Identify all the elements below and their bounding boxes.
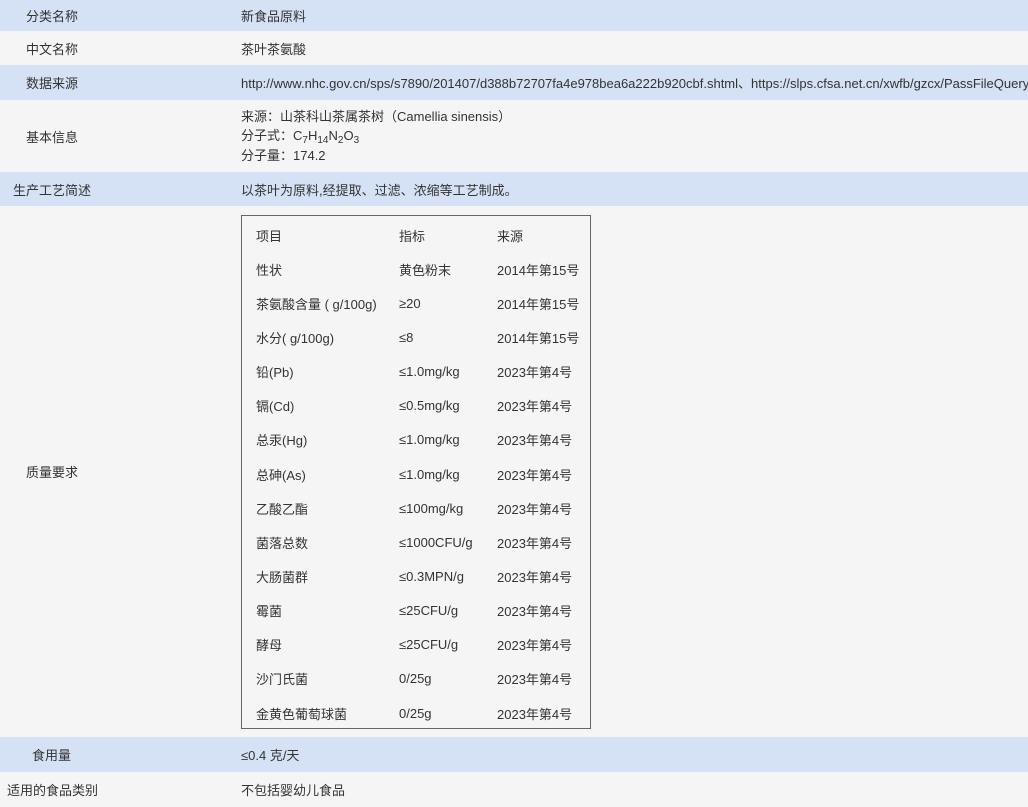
- cell-source: 2014年第15号: [497, 262, 580, 278]
- table-row: 菌落总数 ≤1000CFU/g 2023年第4号: [242, 525, 590, 559]
- chinese-name-label: 中文名称: [26, 41, 79, 57]
- formula-h-count: 14: [317, 135, 329, 147]
- cell-source: 2023年第4号: [497, 501, 573, 517]
- row-category: 分类名称 新食品原料: [0, 0, 1028, 31]
- quality-value: 项目 指标 来源 性状 黄色粉末 2014年第15号 茶氨酸含量 ( g/100g) ≥…: [240, 206, 1028, 737]
- formula-prefix: 分子式：: [241, 128, 294, 144]
- header-indicator: 指标: [399, 228, 426, 244]
- row-chinese-name: 中文名称 茶叶茶氨酸: [0, 31, 1028, 65]
- cell-item: 水分( g/100g): [256, 330, 335, 346]
- process-label: 生产工艺简述: [13, 182, 92, 198]
- category-label: 分类名称: [26, 9, 79, 24]
- cell-indicator: 0/25g: [399, 705, 432, 721]
- table-row: 酵母 ≤25CFU/g 2023年第4号: [242, 628, 590, 662]
- table-row: 大肠菌群 ≤0.3MPN/g 2023年第4号: [242, 559, 590, 593]
- cell-item: 铅(Pb): [256, 365, 294, 381]
- formula-h: H: [307, 128, 318, 144]
- basic-info-source: 来源：山茶科山茶属茶树（Camellia sinensis）: [241, 108, 512, 124]
- cell-source: 2023年第4号: [497, 365, 573, 381]
- cell-source: 2023年第4号: [497, 399, 573, 415]
- cell-item: 总砷(As): [256, 467, 306, 483]
- cell-indicator: ≤1.0mg/kg: [399, 466, 460, 482]
- molecular-formula: C7H14N2O3: [293, 128, 360, 147]
- cell-source: 2023年第4号: [497, 569, 573, 585]
- formula-n: N: [328, 128, 338, 144]
- basic-info-value: 来源：山茶科山茶属茶树（Camellia sinensis） 分子式：C7H14…: [240, 100, 1028, 172]
- table-row: 乙酸乙酯 ≤100mg/kg 2023年第4号: [242, 491, 590, 525]
- formula-o-count: 3: [353, 135, 360, 147]
- cell-item: 酵母: [256, 638, 283, 654]
- intake-value: ≤0.4 克/天: [241, 748, 300, 763]
- cell-source: 2023年第4号: [497, 638, 573, 654]
- basic-info-weight: 分子量：174.2: [241, 147, 326, 163]
- cell-source: 2023年第4号: [497, 467, 573, 483]
- cell-indicator: ≤8: [399, 329, 414, 345]
- quality-table-body: 性状 黄色粉末 2014年第15号 茶氨酸含量 ( g/100g) ≥20 2014年第1…: [242, 252, 590, 730]
- cell-indicator: ≤0.5mg/kg: [399, 398, 460, 414]
- table-row: 霉菌 ≤25CFU/g 2023年第4号: [242, 594, 590, 628]
- cell-source: 2023年第4号: [497, 672, 573, 688]
- table-row: 铅(Pb) ≤1.0mg/kg 2023年第4号: [242, 355, 590, 389]
- cell-source: 2023年第4号: [497, 535, 573, 551]
- basic-info-formula: 分子式：C7H14N2O3: [241, 126, 359, 146]
- cell-source: 2014年第15号: [497, 296, 580, 312]
- row-quality: 质量要求 项目 指标 来源 性状 黄色粉末 2014年第15号 茶氨酸含量 ( g/1…: [0, 206, 1028, 737]
- process-value: 以茶叶为原料,经提取、过滤、浓缩等工艺制成。: [241, 182, 518, 198]
- formula-o: O: [343, 128, 354, 144]
- cell-item: 镉(Cd): [256, 399, 295, 415]
- cell-item: 性状: [256, 262, 283, 278]
- row-process: 生产工艺简述 以茶叶为原料,经提取、过滤、浓缩等工艺制成。: [0, 172, 1028, 206]
- row-basic-info: 基本信息 来源：山茶科山茶属茶树（Camellia sinensis） 分子式：…: [0, 100, 1028, 172]
- quality-table-header: 项目 指标 来源: [242, 218, 590, 252]
- header-source: 来源: [497, 228, 524, 244]
- cell-indicator: 0/25g: [399, 671, 432, 687]
- cell-indicator: ≤25CFU/g: [399, 603, 459, 619]
- cell-indicator: 黄色粉末: [399, 262, 452, 278]
- table-row: 水分( g/100g) ≤8 2014年第15号: [242, 320, 590, 354]
- row-intake: 食用量 ≤0.4 克/天: [0, 737, 1028, 772]
- cell-item: 大肠菌群: [256, 569, 309, 585]
- formula-c: C: [293, 128, 303, 144]
- category-value: 新食品原料: [241, 9, 307, 24]
- cell-indicator: ≤1000CFU/g: [399, 534, 473, 550]
- cell-indicator: ≤0.3MPN/g: [399, 568, 464, 584]
- table-row: 性状 黄色粉末 2014年第15号: [242, 252, 590, 286]
- table-row: 镉(Cd) ≤0.5mg/kg 2023年第4号: [242, 389, 590, 423]
- cell-item: 菌落总数: [256, 535, 309, 551]
- row-data-source: 数据来源 http://www.nhc.gov.cn/sps/s7890/201…: [0, 65, 1028, 100]
- cell-item: 乙酸乙酯: [256, 501, 309, 517]
- cell-indicator: ≤25CFU/g: [399, 637, 459, 653]
- table-row: 金黄色葡萄球菌 0/25g 2023年第4号: [242, 696, 590, 730]
- info-table: 分类名称 新食品原料 中文名称 茶叶茶氨酸 数据来源 http://www.nh…: [0, 0, 1028, 807]
- applicable-label: 适用的食品类别: [7, 783, 99, 798]
- cell-item: 沙门氏菌: [256, 672, 309, 688]
- cell-item: 总汞(Hg): [256, 433, 308, 449]
- table-row: 总砷(As) ≤1.0mg/kg 2023年第4号: [242, 457, 590, 491]
- cell-source: 2023年第4号: [497, 604, 573, 620]
- applicable-value: 不包括婴幼儿食品: [241, 783, 346, 798]
- basic-info-label: 基本信息: [26, 129, 79, 145]
- table-row: 沙门氏菌 0/25g 2023年第4号: [242, 662, 590, 696]
- data-source-label: 数据来源: [26, 76, 79, 91]
- cell-source: 2014年第15号: [497, 330, 580, 346]
- cell-item: 霉菌: [256, 604, 283, 620]
- cell-indicator: ≤1.0mg/kg: [399, 432, 460, 448]
- table-row: 茶氨酸含量 ( g/100g) ≥20 2014年第15号: [242, 286, 590, 320]
- intake-label: 食用量: [32, 748, 72, 763]
- cell-source: 2023年第4号: [497, 706, 573, 722]
- table-row: 总汞(Hg) ≤1.0mg/kg 2023年第4号: [242, 423, 590, 457]
- cell-item: 茶氨酸含量 ( g/100g): [256, 296, 377, 312]
- cell-indicator: ≥20: [399, 295, 421, 311]
- quality-table: 项目 指标 来源 性状 黄色粉末 2014年第15号 茶氨酸含量 ( g/100g) ≥…: [241, 215, 591, 729]
- cell-source: 2023年第4号: [497, 433, 573, 449]
- chinese-name-value: 茶叶茶氨酸: [241, 41, 307, 57]
- cell-indicator: ≤100mg/kg: [399, 500, 464, 516]
- quality-label: 质量要求: [26, 465, 79, 480]
- data-source-value[interactable]: http://www.nhc.gov.cn/sps/s7890/201407/d…: [240, 65, 1028, 100]
- cell-indicator: ≤1.0mg/kg: [399, 364, 460, 380]
- cell-item: 金黄色葡萄球菌: [256, 706, 348, 722]
- header-item: 项目: [256, 228, 283, 244]
- row-applicable: 适用的食品类别 不包括婴幼儿食品: [0, 772, 1028, 807]
